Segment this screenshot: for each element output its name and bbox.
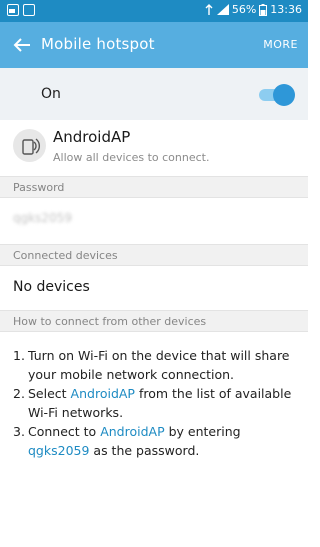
app-bar: Mobile hotspot MORE bbox=[0, 22, 308, 68]
battery-percent: 56% bbox=[231, 3, 257, 16]
no-devices-text: No devices bbox=[13, 279, 90, 295]
hotspot-toggle-label: On bbox=[41, 86, 61, 102]
network-config-item[interactable]: AndroidAP Allow all devices to connect. bbox=[0, 120, 308, 176]
network-name-highlight: AndroidAP bbox=[100, 424, 165, 439]
page-title: Mobile hotspot bbox=[41, 35, 155, 53]
more-button[interactable]: MORE bbox=[263, 38, 298, 51]
howto-step: 3. Connect to AndroidAP by entering qgks… bbox=[13, 424, 241, 458]
gallery-notification-icon bbox=[7, 4, 19, 16]
network-description: Allow all devices to connect. bbox=[53, 151, 210, 164]
howto-section-header: How to connect from other devices bbox=[0, 310, 308, 332]
battery-icon bbox=[259, 3, 268, 16]
howto-step: 1. Turn on Wi-Fi on the device that will… bbox=[13, 348, 290, 382]
password-value: qgks2059 bbox=[13, 211, 72, 225]
howto-step: 2. Select AndroidAP from the list of ava… bbox=[13, 386, 292, 420]
password-highlight: qgks2059 bbox=[28, 443, 90, 458]
switch-knob bbox=[273, 84, 295, 106]
status-bar: 56% 13:36 bbox=[0, 0, 308, 22]
network-name-highlight: AndroidAP bbox=[70, 386, 135, 401]
message-notification-icon bbox=[23, 4, 35, 16]
signal-icon bbox=[216, 4, 229, 15]
connected-devices-header: Connected devices bbox=[0, 244, 308, 266]
hotspot-status-icon bbox=[205, 3, 213, 15]
howto-instructions: 1. Turn on Wi-Fi on the device that will… bbox=[13, 346, 298, 460]
hotspot-toggle-switch[interactable] bbox=[259, 83, 295, 106]
connected-devices-list: No devices bbox=[0, 266, 308, 310]
hotspot-toggle-row[interactable]: On bbox=[0, 68, 308, 120]
password-row[interactable]: qgks2059 bbox=[0, 198, 308, 244]
password-section-header: Password bbox=[0, 176, 308, 198]
back-arrow-icon[interactable] bbox=[10, 33, 34, 57]
hotspot-device-icon bbox=[13, 129, 46, 162]
clock: 13:36 bbox=[270, 3, 302, 16]
network-name: AndroidAP bbox=[53, 128, 131, 146]
